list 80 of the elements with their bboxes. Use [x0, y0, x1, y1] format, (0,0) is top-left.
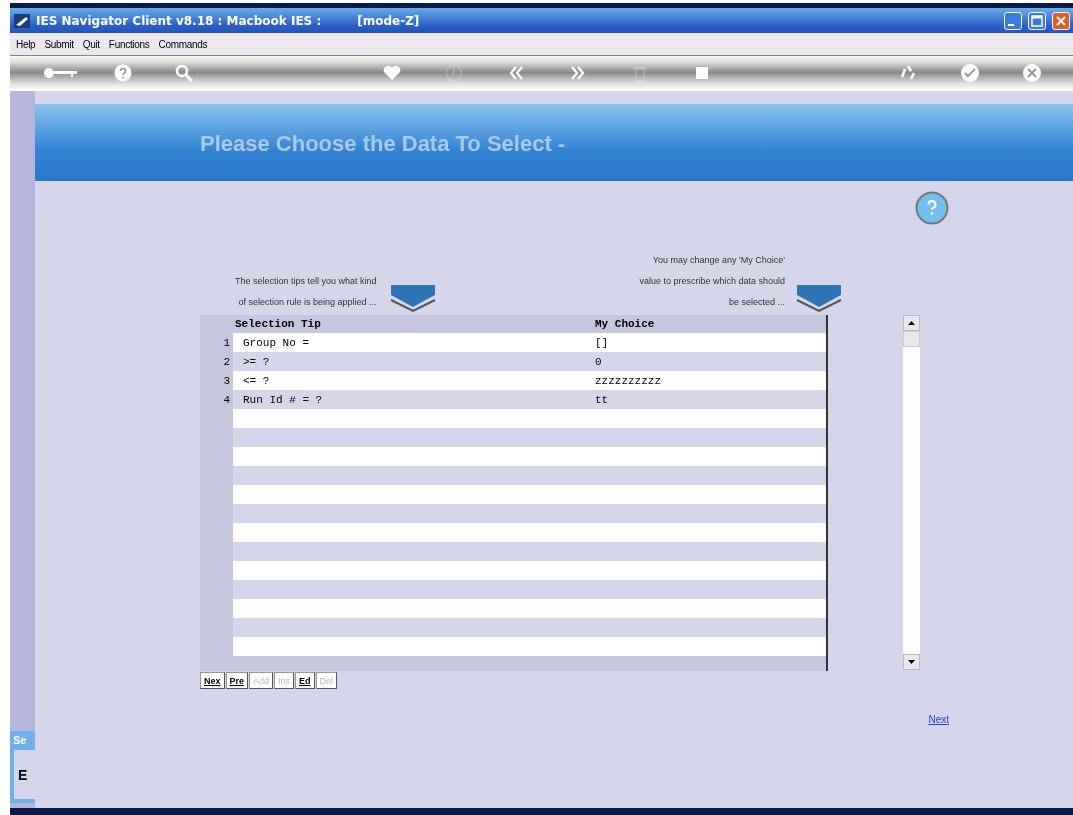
help-icon[interactable] — [114, 63, 132, 82]
table-cell[interactable] — [595, 409, 826, 428]
table-cell[interactable] — [233, 428, 595, 447]
table-cell[interactable] — [233, 523, 595, 542]
maximize-button[interactable] — [1028, 11, 1046, 30]
table-cell[interactable] — [595, 504, 826, 523]
table-cell[interactable]: 0 — [595, 352, 826, 371]
scroll-down-button[interactable] — [903, 654, 920, 670]
page-title: Please Choose the Data To Select - — [200, 130, 566, 157]
table-cell[interactable]: [] — [595, 333, 826, 352]
table-cell[interactable] — [595, 447, 826, 466]
table-cell[interactable] — [233, 447, 595, 466]
table-cell[interactable] — [233, 561, 595, 580]
close-icon[interactable] — [1022, 62, 1042, 83]
table-cell[interactable] — [233, 485, 595, 504]
table-cell[interactable] — [595, 485, 826, 504]
table-cell[interactable] — [233, 618, 595, 637]
scrollbar[interactable] — [903, 315, 920, 670]
scroll-up-button[interactable] — [903, 315, 920, 331]
scroll-thumb[interactable] — [903, 331, 920, 347]
search-icon[interactable] — [175, 63, 195, 82]
table-cell[interactable] — [595, 618, 826, 637]
next-link[interactable]: Next — [928, 714, 949, 725]
menu-item[interactable]: Quit — [82, 38, 100, 50]
stop-icon[interactable] — [693, 64, 710, 81]
table-cell[interactable] — [233, 409, 595, 428]
up-arrow-icon — [908, 321, 915, 325]
tip-text: be selected ... — [728, 296, 785, 309]
key-icon[interactable] — [43, 65, 79, 80]
rewind-icon[interactable] — [507, 65, 524, 80]
table-cell[interactable]: >= ? — [233, 352, 595, 371]
row-number: 2 — [222, 355, 231, 368]
table-cell[interactable] — [595, 580, 826, 599]
heart-icon[interactable] — [381, 64, 402, 81]
forward-icon[interactable] — [569, 65, 586, 80]
table-cell[interactable] — [595, 428, 826, 447]
panel-label: E — [18, 766, 28, 783]
table-cell[interactable]: <= ? — [233, 371, 595, 390]
down-arrow-icon — [908, 660, 915, 664]
tip-text: of selection rule is being applied ... — [238, 296, 377, 309]
table-cell[interactable] — [595, 637, 826, 656]
row-action-button[interactable]: Pre — [225, 672, 249, 689]
menu-item[interactable]: Help — [16, 38, 36, 50]
table-cell[interactable]: Run Id # = ? — [233, 390, 595, 409]
close-icon — [1055, 14, 1067, 27]
minimize-icon — [1008, 23, 1014, 26]
tip-text: value to prescribe which data should — [639, 275, 785, 288]
table-cell[interactable] — [233, 466, 595, 485]
row-number: 4 — [222, 393, 231, 406]
tip-text: You may change any 'My Choice' — [652, 254, 785, 267]
table-cell[interactable] — [595, 523, 826, 542]
row-action-button[interactable]: Ed — [295, 672, 315, 689]
row-action-button[interactable]: Nex — [200, 672, 225, 689]
table-cell[interactable] — [233, 542, 595, 561]
table-cell[interactable]: Group No = — [233, 333, 595, 352]
table-cell[interactable] — [233, 637, 595, 656]
table-cell[interactable] — [595, 466, 826, 485]
table-cell[interactable] — [233, 599, 595, 618]
table-cell[interactable] — [595, 542, 826, 561]
window-title: IES Navigator Client v8.18 : Macbook IES : — [36, 13, 322, 28]
check-icon[interactable] — [960, 62, 980, 83]
menu-item[interactable]: Functions — [108, 38, 150, 50]
menu-item[interactable]: Commands — [158, 38, 208, 50]
mode-label: [mode-Z] — [357, 13, 420, 28]
table-cell[interactable]: tt — [595, 390, 826, 409]
table-cell[interactable] — [595, 599, 826, 618]
panel-title: Se — [12, 733, 28, 748]
table-cell[interactable] — [233, 580, 595, 599]
menu-item[interactable]: Submit — [44, 38, 74, 50]
table-cell[interactable]: zzzzzzzzzz — [595, 371, 826, 390]
row-number: 1 — [222, 336, 231, 349]
close-button[interactable] — [1052, 11, 1070, 30]
row-number: 3 — [222, 374, 231, 387]
tip-text: The selection tips tell you what kind — [235, 275, 377, 288]
app-icon — [14, 13, 30, 28]
minimize-button[interactable] — [1004, 11, 1022, 30]
table-cell[interactable] — [233, 504, 595, 523]
maximize-icon — [1031, 14, 1043, 27]
table-cell[interactable] — [595, 561, 826, 580]
help-icon[interactable] — [915, 191, 949, 225]
